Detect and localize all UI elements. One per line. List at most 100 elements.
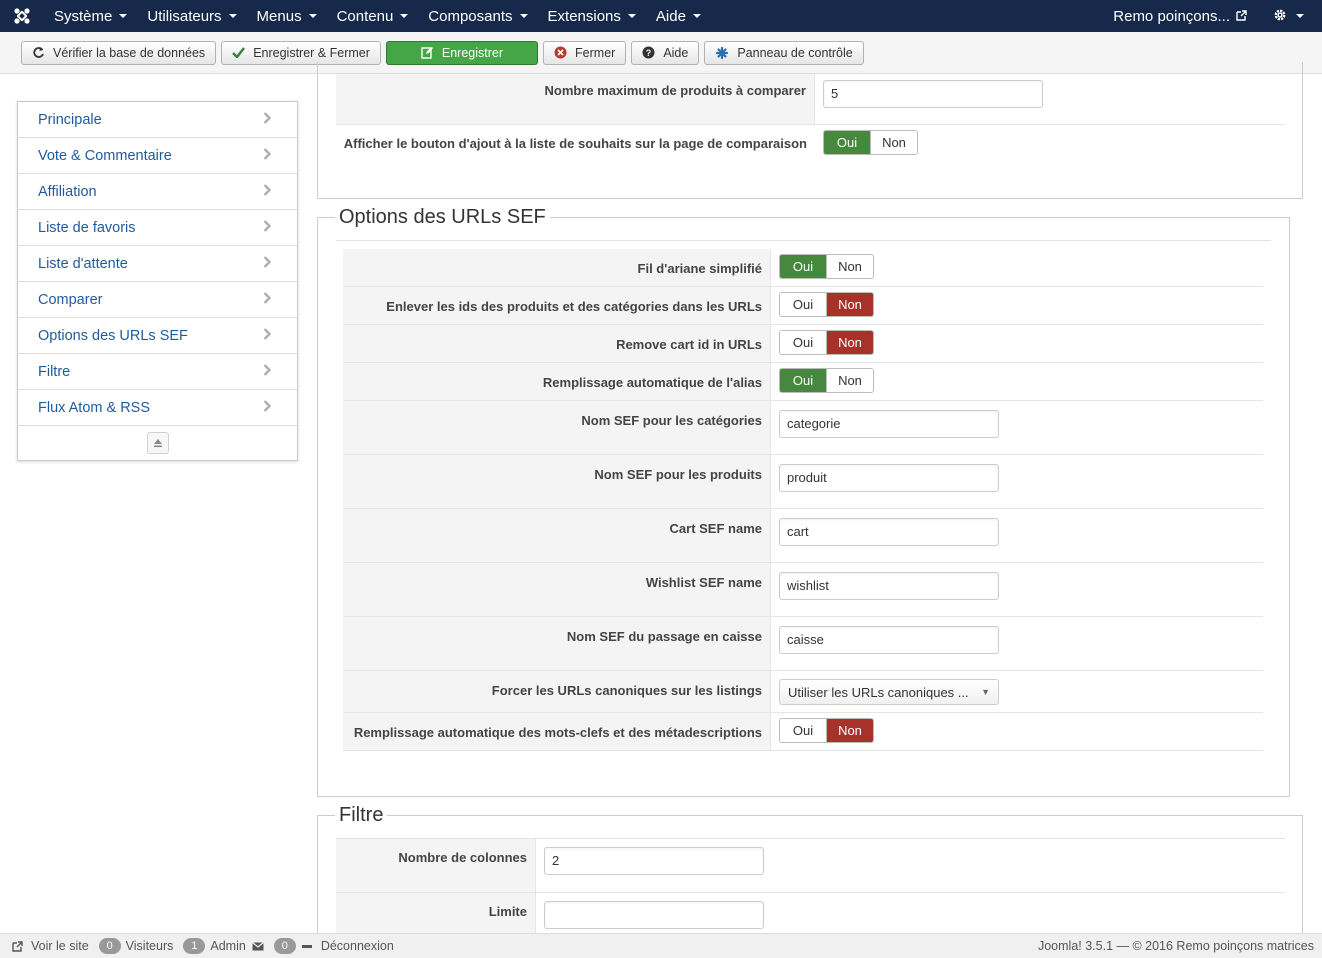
menu-label: Système	[54, 7, 113, 25]
toggle-no[interactable]: Non	[826, 331, 873, 354]
wishlist-button-toggle: Oui Non	[823, 130, 918, 155]
sidebar-item-sef[interactable]: Options des URLs SEF	[18, 318, 297, 354]
max-products-row: Nombre maximum de produits à comparer 5	[336, 74, 1285, 125]
toggle-yes[interactable]: Oui	[780, 293, 826, 316]
meta-toggle: Oui Non	[779, 718, 874, 743]
caret-down-icon	[119, 14, 128, 18]
checkout-sef-row: Nom SEF du passage en caisse caisse	[343, 617, 1263, 671]
status-bar: Voir le site 0 Visiteurs 1 Admin 0 Décon…	[0, 933, 1322, 958]
limit-label: Limite	[336, 893, 536, 933]
menu-system[interactable]: Système	[44, 0, 137, 32]
breadcrumb-label: Fil d'ariane simplifié	[343, 249, 771, 286]
toggle-yes[interactable]: Oui	[780, 369, 826, 392]
user-settings-menu[interactable]	[1257, 8, 1322, 25]
breadcrumb-toggle: Oui Non	[779, 254, 874, 279]
cart-sef-control: cart	[771, 509, 999, 562]
admin-count-badge: 1	[183, 938, 206, 954]
visitors-label: Visiteurs	[125, 939, 174, 953]
sidebar-item-filter[interactable]: Filtre	[18, 354, 297, 390]
sidebar-item-feeds[interactable]: Flux Atom & RSS	[18, 390, 297, 426]
menu-help[interactable]: Aide	[646, 0, 711, 32]
save-close-button[interactable]: Enregistrer & Fermer	[221, 40, 381, 65]
columns-input[interactable]: 2	[544, 847, 764, 875]
breadcrumb-control: Oui Non	[771, 249, 874, 286]
sidebar-item-label: Flux Atom & RSS	[38, 399, 151, 416]
scroll-top-button[interactable]	[146, 432, 169, 454]
columns-control: 2	[536, 839, 764, 892]
alias-row: Remplissage automatique de l'alias Oui N…	[343, 363, 1263, 401]
checkout-sef-input[interactable]: caisse	[779, 626, 999, 654]
cat-sef-input[interactable]: categorie	[779, 410, 999, 438]
toggle-yes[interactable]: Oui	[780, 719, 826, 742]
menu-extensions[interactable]: Extensions	[538, 0, 646, 32]
sidebar-item-label: Options des URLs SEF	[38, 327, 188, 344]
wishlist-sef-input[interactable]: wishlist	[779, 572, 999, 600]
toggle-yes[interactable]: Oui	[824, 131, 870, 154]
breadcrumb-row: Fil d'ariane simplifié Oui Non	[343, 249, 1263, 287]
sidebar-item-waitlist[interactable]: Liste d'attente	[18, 246, 297, 282]
joomla-logo-icon[interactable]	[0, 0, 44, 32]
menu-label: Contenu	[336, 7, 394, 25]
filter-legend: Filtre	[335, 804, 388, 827]
toggle-yes[interactable]: Oui	[780, 331, 826, 354]
canonical-selected-value: Utiliser les URLs canoniques ...	[788, 684, 969, 700]
menu-components[interactable]: Composants	[418, 0, 537, 32]
prod-sef-row: Nom SEF pour les produits produit	[343, 455, 1263, 509]
messages-count-badge[interactable]: 0	[273, 938, 296, 954]
question-circle-icon: ?	[642, 46, 655, 59]
sidebar-item-vote[interactable]: Vote & Commentaire	[18, 138, 297, 174]
toggle-no[interactable]: Non	[826, 719, 873, 742]
caret-down-icon	[228, 14, 237, 18]
save-button[interactable]: Enregistrer	[385, 40, 539, 65]
sidebar-item-principale[interactable]: Principale	[18, 102, 297, 138]
save-label: Enregistrer	[441, 45, 504, 60]
cart-sef-input[interactable]: cart	[779, 518, 999, 546]
navbar-right: Remo poinçons...	[1103, 0, 1322, 32]
visitors-count-badge: 0	[98, 938, 121, 954]
wishlist-sef-label: Wishlist SEF name	[343, 563, 771, 616]
canonical-select[interactable]: Utiliser les URLs canoniques ... ▼	[779, 679, 999, 705]
site-link[interactable]: Remo poinçons...	[1103, 8, 1257, 25]
max-products-input[interactable]: 5	[823, 80, 1043, 108]
sidebar-item-label: Liste d'attente	[38, 255, 128, 272]
help-button[interactable]: ? Aide	[631, 40, 700, 65]
menu-menus[interactable]: Menus	[247, 0, 327, 32]
caret-down-icon	[400, 14, 409, 18]
remove-cart-label: Remove cart id in URLs	[343, 325, 771, 362]
remove-ids-control: Oui Non	[771, 287, 874, 324]
check-database-button[interactable]: Vérifier la base de données	[21, 40, 217, 65]
toggle-no[interactable]: Non	[826, 255, 873, 278]
main-menu: Système Utilisateurs Menus Contenu Compo…	[44, 0, 711, 32]
logout-link[interactable]: Déconnexion	[321, 939, 394, 953]
toggle-no[interactable]: Non	[826, 293, 873, 316]
toggle-yes[interactable]: Oui	[780, 255, 826, 278]
limit-control	[536, 893, 764, 933]
sidebar-item-affiliation[interactable]: Affiliation	[18, 174, 297, 210]
toggle-no[interactable]: Non	[870, 131, 917, 154]
sidebar-item-label: Comparer	[38, 291, 103, 308]
limit-row: Limite	[336, 893, 1285, 933]
minus-icon	[301, 944, 312, 948]
view-site-link[interactable]: Voir le site	[31, 939, 89, 953]
external-link-icon	[12, 940, 23, 952]
sidebar-item-wishlist[interactable]: Liste de favoris	[18, 210, 297, 246]
cat-sef-row: Nom SEF pour les catégories categorie	[343, 401, 1263, 455]
menu-users[interactable]: Utilisateurs	[137, 0, 246, 32]
columns-label: Nombre de colonnes	[336, 839, 536, 892]
sidebar-item-label: Filtre	[38, 363, 71, 380]
menu-label: Utilisateurs	[147, 7, 222, 25]
toggle-no[interactable]: Non	[826, 369, 873, 392]
max-products-control: 5	[815, 74, 1043, 124]
remove-ids-label: Enlever les ids des produits et des caté…	[343, 287, 771, 324]
menu-label: Aide	[655, 7, 686, 25]
caret-down-icon: ▼	[981, 687, 990, 697]
eject-icon	[153, 436, 163, 451]
close-button[interactable]: Fermer	[543, 40, 627, 65]
prod-sef-input[interactable]: produit	[779, 464, 999, 492]
control-panel-button[interactable]: Panneau de contrôle	[704, 40, 864, 65]
limit-input[interactable]	[544, 901, 764, 929]
top-navbar: Système Utilisateurs Menus Contenu Compo…	[0, 0, 1322, 32]
sidebar-item-label: Liste de favoris	[38, 219, 136, 236]
sidebar-item-compare[interactable]: Comparer	[18, 282, 297, 318]
menu-content[interactable]: Contenu	[327, 0, 419, 32]
